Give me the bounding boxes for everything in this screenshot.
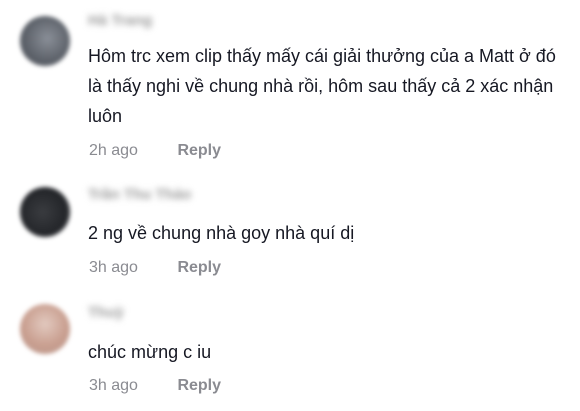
comment-meta: 3h ago Reply [89, 259, 221, 277]
comment-meta: 2h ago Reply [89, 142, 221, 160]
comment-text: chúc mừng c iu [88, 342, 212, 362]
comment-username[interactable]: Trần Thu Thảo [88, 186, 191, 203]
comment-text: 2 ng về chung nhà goy nhà quí dị [88, 223, 355, 243]
reply-button[interactable]: Reply [177, 259, 221, 277]
reply-button[interactable]: Reply [177, 377, 221, 395]
comment-meta: 3h ago Reply [89, 377, 221, 395]
comment-username[interactable]: Thuỳ [88, 304, 124, 321]
comment-text: Hôm trc xem clip thấy mấy cái giải thưởn… [88, 46, 556, 126]
comment-timestamp: 3h ago [89, 377, 138, 394]
comment-timestamp: 3h ago [89, 259, 138, 276]
comment-username[interactable]: Hà Trang [88, 12, 152, 29]
avatar[interactable] [20, 187, 70, 237]
reply-button[interactable]: Reply [177, 142, 221, 160]
avatar[interactable] [20, 304, 70, 354]
comment-timestamp: 2h ago [89, 142, 138, 159]
avatar[interactable] [20, 16, 70, 66]
